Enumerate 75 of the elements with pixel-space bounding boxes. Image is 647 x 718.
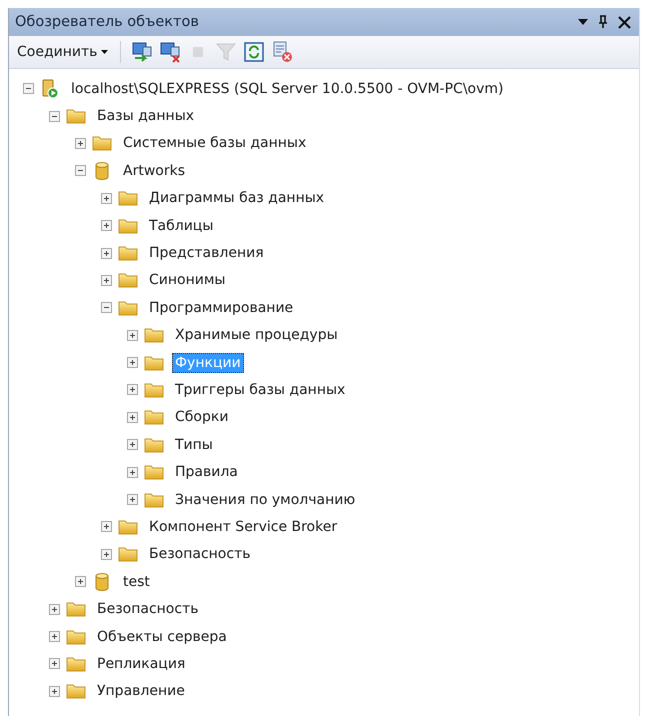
tree-item-label[interactable]: Значения по умолчанию [172,490,358,510]
folder-icon [144,436,164,453]
tree-item-label[interactable]: Программирование [146,298,296,318]
expand-toggle[interactable] [127,412,138,423]
tree-item-label[interactable]: Управление [94,681,188,702]
folder-icon [144,354,164,371]
expand-toggle[interactable] [101,274,112,286]
expand-toggle[interactable] [101,192,112,204]
tree-item-label[interactable]: Базы данных [94,106,198,126]
folder-icon [118,300,138,316]
close-icon[interactable] [618,16,631,28]
tree-item-label[interactable]: Триггеры базы данных [172,380,348,400]
expand-toggle[interactable] [127,384,138,396]
folder-icon [118,546,138,562]
folder-icon [118,518,138,535]
expand-toggle[interactable] [127,466,138,478]
expand-toggle[interactable] [127,439,138,450]
expand-toggle[interactable] [127,494,138,506]
tree-item-label[interactable]: Безопасность [146,544,254,564]
tree-item-label[interactable]: Диаграммы баз данных [146,188,328,208]
collapse-toggle[interactable] [101,302,112,314]
expand-toggle[interactable] [75,138,86,149]
folder-icon [118,245,138,262]
refresh-tool-icon[interactable] [243,41,266,63]
expand-toggle[interactable] [101,220,112,232]
tree-item-label[interactable]: Сборки [172,407,232,428]
tree-item-label[interactable]: Безопасность [94,599,202,620]
expand-toggle[interactable] [101,248,112,259]
tree-item-label[interactable]: Хранимые процедуры [172,325,341,346]
folder-icon [118,272,138,288]
tree-item-label[interactable]: Репликация [94,654,188,674]
collapse-toggle[interactable] [49,110,60,122]
tree-item-label[interactable]: Таблицы [146,216,216,236]
expand-toggle[interactable] [49,604,60,615]
folder-icon [66,628,86,644]
server-icon [40,78,60,99]
tree-item-label[interactable]: Правила [172,462,241,482]
tree-item-label[interactable]: Artworks [120,160,188,181]
folder-icon [144,492,164,508]
expand-toggle[interactable] [75,576,86,588]
tree-item-label[interactable]: test [120,572,153,592]
tree-item-label[interactable]: Типы [172,434,216,455]
folder-icon [66,683,86,700]
tree-item-label[interactable]: Объекты сервера [94,626,230,646]
tree-item-label[interactable]: Компонент Service Broker [146,516,340,537]
folder-icon [66,601,86,618]
expand-toggle[interactable] [49,658,60,670]
expand-toggle[interactable] [127,330,138,341]
expand-toggle[interactable] [49,686,60,697]
folder-icon [144,382,164,398]
connect-tool-icon[interactable] [131,41,154,63]
disconnect-tool-icon[interactable] [159,41,182,63]
folder-icon [118,190,138,206]
connect-dropdown-button[interactable]: Соединить [15,42,110,62]
tree-item-label[interactable]: Системные базы данных [120,133,310,154]
folder-icon [144,327,164,344]
tree-item-label[interactable]: localhost\SQLEXPRESS (SQL Server 10.0.5500 - OVM-PC\ovm) [68,78,506,99]
folder-icon [92,135,112,152]
folder-icon [144,409,164,426]
panel-title: Обозреватель объектов [15,14,199,30]
tree-item-label[interactable]: Синонимы [146,270,228,290]
expand-toggle[interactable] [49,631,60,642]
tree-item-label[interactable]: Представления [146,243,267,264]
folder-icon [66,108,86,124]
caret-icon [101,50,108,54]
pin-icon[interactable] [598,15,608,29]
expand-toggle[interactable] [101,521,112,532]
expand-toggle[interactable] [101,548,112,560]
folder-icon [118,218,138,234]
dropdown-caret-icon[interactable] [578,19,588,25]
collapse-toggle[interactable] [23,83,34,94]
expand-toggle[interactable] [127,357,138,368]
folder-icon [66,656,86,672]
collapse-toggle[interactable] [75,165,86,176]
folder-icon [144,464,164,480]
